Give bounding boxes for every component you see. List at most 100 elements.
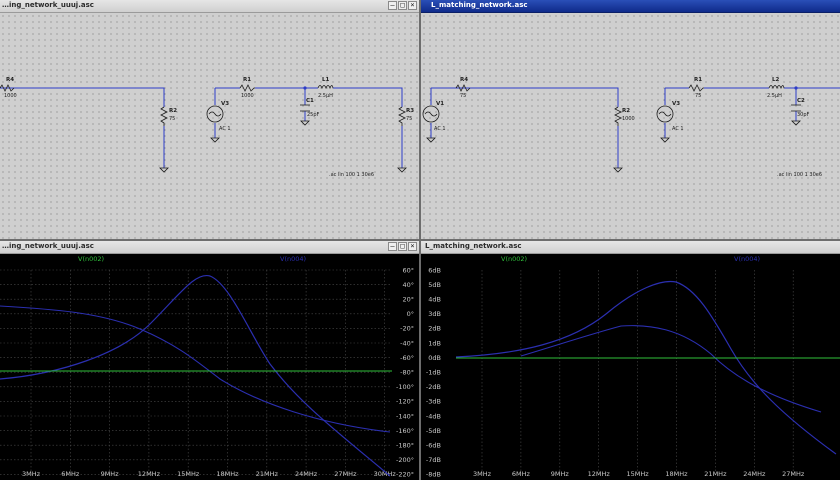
r2-name: R2	[169, 108, 177, 114]
voltage-source-v1[interactable]: V1 AC 1	[422, 101, 446, 132]
y-axis-ticks: 6dB 5dB 4dB 3dB 2dB 1dB 0dB -1dB -2dB -3dB -4dB -5d…	[426, 266, 441, 478]
r2-value: 1000	[622, 116, 635, 122]
resistor-r3[interactable]: R3 75	[398, 106, 414, 126]
y-tick-label: -2dB	[426, 383, 441, 391]
capacitor-c1[interactable]: C1 25pF	[300, 86, 320, 118]
plot-svg: V(n002) V(n004) 60° 40° 20° 0° -20° -40° -60° -…	[0, 255, 414, 479]
inductor-l2[interactable]: L2 2.5μH	[767, 77, 785, 99]
y-tick-label: 0°	[407, 310, 414, 318]
resistor-r2[interactable]: R2 1000	[614, 106, 635, 126]
voltage-source-v3[interactable]: V3 AC 1	[206, 101, 231, 132]
plot-grid	[481, 270, 794, 475]
l1-value: 2.5μH	[318, 93, 333, 99]
window-title: …ing_network_uuuj.asc	[2, 1, 94, 9]
r3-value: 75	[406, 116, 412, 122]
y-tick-label: -40°	[400, 339, 414, 347]
minimize-button[interactable]: –	[388, 1, 397, 10]
v1-name: V1	[436, 101, 444, 107]
y-tick-label: -3dB	[426, 398, 441, 406]
resistor-r1[interactable]: R1 75	[688, 77, 704, 99]
x-tick-label: 12MHz	[588, 470, 611, 478]
x-tick-label: 9MHz	[101, 470, 120, 478]
y-tick-label: -120°	[396, 398, 414, 406]
plot-area[interactable]: V(n002) V(n004) 60° 40° 20° 0° -20° -40° -60° -…	[0, 254, 419, 480]
l2-value: 2.5μH	[767, 93, 782, 99]
v3-name: V3	[221, 101, 229, 107]
trace-label-vn004[interactable]: V(n004)	[734, 255, 760, 263]
y-tick-label: 60°	[402, 266, 414, 274]
window-titlebar[interactable]: L_matching_network.asc	[421, 0, 840, 13]
x-tick-label: 6MHz	[61, 470, 80, 478]
x-tick-label: 3MHz	[22, 470, 41, 478]
y-tick-label: -20°	[400, 325, 414, 333]
inductor-l1[interactable]: L1 2.5μH	[317, 77, 334, 99]
capacitor-c2[interactable]: C2 30pF	[791, 86, 810, 118]
r1-value: 1000	[241, 93, 254, 99]
maximize-button[interactable]: □	[398, 242, 407, 251]
spice-directive[interactable]: .ac lin 100 1 30e6	[777, 172, 822, 178]
v3-value: AC 1	[672, 126, 684, 132]
voltage-source-v3[interactable]: V3 AC 1	[656, 101, 684, 132]
l2-name: L2	[772, 77, 780, 83]
spice-directive[interactable]: .ac lin 100 1 30e6	[329, 172, 374, 178]
x-tick-label: 15MHz	[177, 470, 200, 478]
window-titlebar[interactable]: L_matching_network.asc	[421, 241, 840, 254]
trace-label-vn002[interactable]: V(n002)	[501, 255, 527, 263]
x-tick-label: 18MHz	[665, 470, 688, 478]
r4-value: 1000	[4, 93, 17, 99]
trace-vn004-magnitude[interactable]	[455, 280, 837, 455]
plot-grid	[0, 269, 392, 475]
waveform-window-left[interactable]: …ing_network_uuuj.asc – □ × V(n002) V(n0…	[0, 241, 419, 480]
x-axis-ticks: 3MHz 6MHz 9MHz 12MHz 15MHz 18MHz 21MHz 24MHz 27M…	[22, 470, 396, 478]
y-tick-label: -1dB	[426, 369, 441, 377]
trace-label-vn004[interactable]: V(n004)	[280, 255, 306, 263]
maximize-button[interactable]: □	[398, 1, 407, 10]
x-tick-label: 24MHz	[743, 470, 766, 478]
c1-value: 25pF	[307, 112, 320, 118]
x-axis-ticks: 3MHz 6MHz 9MHz 12MHz 15MHz 18MHz 21MHz 24MHz 27M…	[473, 470, 805, 478]
window-titlebar[interactable]: …ing_network_uuuj.asc – □ ×	[0, 241, 419, 254]
wire	[0, 87, 403, 168]
r1-value: 75	[695, 93, 701, 99]
y-tick-label: 40°	[402, 281, 414, 289]
resistor-r1[interactable]: R1 1000	[239, 77, 255, 99]
y-tick-label: 1dB	[428, 339, 441, 347]
schematic-canvas[interactable]: V1 AC 1 R4 75 R2 1000 V3 AC 1 R1 75 L2 2…	[421, 13, 840, 239]
y-tick-label: 0dB	[428, 354, 441, 362]
schematic-drawing: V1 AC 1 R4 75 R2 1000 V3 AC 1 R1 75 L2 2…	[422, 77, 840, 178]
schematic-window-right[interactable]: L_matching_network.asc V1 AC 1 R4 75 R2 …	[421, 0, 840, 239]
window-titlebar[interactable]: …ing_network_uuuj.asc – □ ×	[0, 0, 419, 13]
x-tick-label: 24MHz	[295, 470, 318, 478]
waveform-window-right[interactable]: L_matching_network.asc V(n002) V(n004) 6…	[421, 241, 840, 480]
r2-name: R2	[622, 108, 630, 114]
v3-value: AC 1	[219, 126, 231, 132]
schematic-canvas[interactable]: R4 1000 R2 75 V3 AC 1 R1 1000 L1 2.5μH C…	[0, 13, 419, 239]
close-button[interactable]: ×	[408, 1, 417, 10]
close-button[interactable]: ×	[408, 242, 417, 251]
y-axis-ticks: 60° 40° 20° 0° -20° -40° -60° -80° -100° -120° -14…	[396, 266, 414, 478]
r4-value: 75	[460, 93, 466, 99]
y-tick-label: 4dB	[428, 296, 441, 304]
x-tick-label: 18MHz	[216, 470, 239, 478]
schematic-window-left[interactable]: …ing_network_uuuj.asc – □ × R4 1000 R2 7…	[0, 0, 419, 239]
plot-area[interactable]: V(n002) V(n004) 6dB 5dB 4dB 3dB 2dB 1dB 0dB -1d…	[421, 254, 840, 480]
v1-value: AC 1	[434, 126, 446, 132]
x-tick-label: 27MHz	[334, 470, 357, 478]
x-tick-label: 27MHz	[782, 470, 805, 478]
y-tick-label: 5dB	[428, 281, 441, 289]
schematic-drawing: R4 1000 R2 75 V3 AC 1 R1 1000 L1 2.5μH C…	[0, 77, 414, 178]
y-tick-label: -5dB	[426, 427, 441, 435]
minimize-button[interactable]: –	[388, 242, 397, 251]
y-tick-label: -140°	[396, 412, 414, 420]
window-title: L_matching_network.asc	[425, 242, 522, 250]
x-tick-label: 21MHz	[704, 470, 727, 478]
ground-symbol	[159, 120, 407, 173]
x-tick-label: 15MHz	[627, 470, 650, 478]
v3-name: V3	[672, 101, 680, 107]
ground-symbol	[426, 120, 801, 173]
trace-vn004-magnitude[interactable]	[0, 274, 391, 477]
c2-value: 30pF	[797, 112, 810, 118]
trace-vn004-phase[interactable]	[520, 325, 822, 413]
trace-label-vn002[interactable]: V(n002)	[78, 255, 104, 263]
resistor-r2[interactable]: R2 75	[160, 106, 177, 126]
